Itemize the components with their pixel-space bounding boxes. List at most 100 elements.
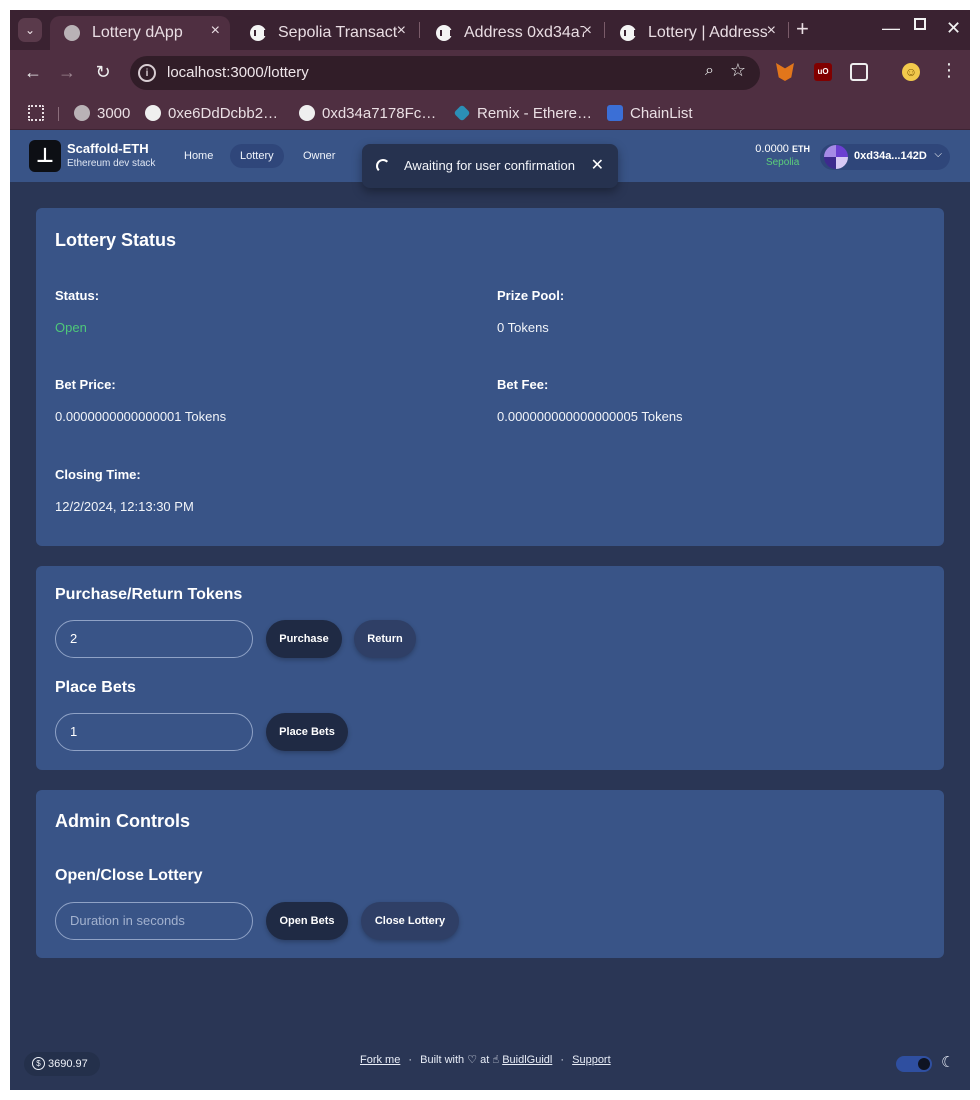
window-close-icon[interactable]: ✕ (946, 18, 961, 39)
tab-sepolia-transaction[interactable]: Sepolia Transacti × (236, 16, 416, 50)
tab-separator (419, 22, 420, 38)
dollar-icon: $ (32, 1057, 45, 1070)
maximize-icon[interactable] (914, 18, 926, 30)
bookmark-chainlist[interactable]: ChainList (607, 103, 693, 123)
globe-icon (64, 25, 80, 41)
site-info-icon[interactable]: i (138, 64, 156, 82)
bet-fee-value: 0.000000000000000005 Tokens (497, 409, 683, 424)
close-icon[interactable]: × (211, 22, 220, 40)
footer-links: Fork me · Built with ♡ at ☝ BuidlGuidl ·… (360, 1053, 611, 1066)
closing-time-value: 12/2/2024, 12:13:30 PM (55, 499, 194, 514)
tab-bar: ⌄ Lottery dApp × Sepolia Transacti × Add… (10, 10, 970, 50)
duration-input[interactable]: Duration in seconds (55, 902, 253, 940)
close-icon[interactable]: ✕ (591, 155, 604, 175)
place-bets-button[interactable]: Place Bets (266, 713, 348, 751)
bets-amount-input[interactable]: 1 (55, 713, 253, 751)
status-value: Open (55, 320, 87, 335)
reload-icon[interactable]: ↻ (92, 62, 114, 83)
tab-label: Lottery | Address (648, 24, 768, 41)
account-address: 0xd34a...142D (854, 150, 927, 162)
open-bets-button[interactable]: Open Bets (266, 902, 348, 940)
bookmark-0xe6dd[interactable]: 0xe6DdDcbb2… (145, 103, 278, 123)
buidlguidl-link[interactable]: BuidlGuidl (502, 1054, 552, 1066)
etherscan-icon (250, 25, 266, 41)
toggle-knob (918, 1058, 930, 1070)
bookmarks-bar: 3000 0xe6DdDcbb2… 0xd34a7178Fc… Remix - … (10, 96, 970, 130)
tab-address[interactable]: Address 0xd34a7 × (422, 16, 602, 50)
bookmark-star-icon[interactable]: ☆ (730, 60, 746, 81)
tab-separator (788, 22, 789, 38)
url-text[interactable]: localhost:3000/lottery (167, 64, 309, 81)
bookmark-remix[interactable]: Remix - Ethere… (453, 103, 593, 123)
token-amount-input[interactable]: 2 (55, 620, 253, 658)
lottery-status-card: Lottery Status Status: Open Prize Pool: … (36, 208, 944, 546)
purchase-return-card: Purchase/Return Tokens 2 Purchase Return… (36, 566, 944, 770)
back-icon[interactable]: ← (22, 62, 44, 83)
address-bar[interactable]: i localhost:3000/lottery ⌕ ☆ (130, 56, 760, 90)
scaffold-logo-icon[interactable]: ⊥ (29, 140, 61, 172)
tab-separator (604, 22, 605, 38)
nav-owner[interactable]: Owner (293, 144, 345, 168)
toast-message: Awaiting for user confirmation (404, 158, 576, 173)
status-label: Status: (55, 288, 100, 303)
apps-icon[interactable] (28, 103, 51, 123)
bookmark-label: ChainList (630, 104, 693, 122)
nav-home[interactable]: Home (174, 144, 223, 168)
navigation-bar: ← → ↻ i localhost:3000/lottery ⌕ ☆ uO ☺ … (10, 50, 970, 96)
forward-icon[interactable]: → (56, 62, 78, 83)
etherscan-icon (299, 105, 315, 121)
toast-notification: Awaiting for user confirmation ✕ (362, 144, 618, 188)
close-icon[interactable]: × (397, 22, 406, 40)
return-button[interactable]: Return (354, 620, 416, 658)
wallet-balance: 0.0000 ETH Sepolia (755, 143, 810, 168)
metamask-icon[interactable] (776, 63, 794, 81)
new-tab-button[interactable]: + (796, 18, 809, 40)
loading-spinner-icon (376, 159, 390, 173)
bookmark-0xd34a[interactable]: 0xd34a7178Fc… (299, 103, 436, 123)
theme-toggle[interactable] (896, 1056, 932, 1072)
close-icon[interactable]: × (767, 22, 776, 40)
bet-price-label: Bet Price: (55, 377, 116, 392)
buidlguidl-icon: ☝ (492, 1054, 500, 1066)
close-lottery-button[interactable]: Close Lottery (361, 902, 459, 940)
bet-fee-label: Bet Fee: (497, 377, 549, 392)
tab-label: Address 0xd34a7 (464, 24, 584, 41)
etherscan-icon (145, 105, 161, 121)
bookmark-separator (58, 107, 59, 121)
support-link[interactable]: Support (572, 1054, 611, 1066)
blockie-avatar (824, 145, 848, 169)
extensions-icon[interactable] (850, 63, 868, 81)
more-menu-icon[interactable]: ⋮ (940, 60, 958, 81)
footer-dot: · (408, 1054, 413, 1066)
close-icon[interactable]: × (583, 22, 592, 40)
eth-price-badge[interactable]: $ 3690.97 (24, 1052, 100, 1076)
moon-icon: ☾ (941, 1054, 955, 1071)
bookmark-3000[interactable]: 3000 (74, 103, 130, 123)
ublock-icon[interactable]: uO (814, 63, 832, 81)
built-with-text: Built with (420, 1054, 465, 1066)
card-title: Purchase/Return Tokens (55, 586, 243, 603)
bookmark-label: Remix - Ethere… (477, 104, 593, 122)
purchase-button[interactable]: Purchase (266, 620, 342, 658)
prize-pool-label: Prize Pool: (497, 288, 565, 303)
zoom-icon[interactable]: ⌕ (705, 62, 714, 80)
balance-unit: ETH (792, 144, 810, 154)
nav-lottery[interactable]: Lottery (230, 144, 284, 168)
tab-lottery-address[interactable]: Lottery | Address × (606, 16, 786, 50)
bookmark-label: 0xd34a7178Fc… (322, 104, 437, 122)
card-title: Admin Controls (55, 811, 190, 831)
tab-label: Sepolia Transacti (278, 24, 398, 41)
fork-me-link[interactable]: Fork me (360, 1054, 400, 1066)
brand-title[interactable]: Scaffold-ETH (67, 141, 149, 156)
place-bets-title: Place Bets (55, 679, 136, 696)
prize-pool-value: 0 Tokens (497, 320, 549, 335)
etherscan-icon (436, 25, 452, 41)
minimize-icon[interactable]: — (882, 18, 900, 39)
tab-search-button[interactable]: ⌄ (18, 18, 42, 42)
tab-lottery-dapp[interactable]: Lottery dApp × (50, 16, 230, 50)
profile-avatar-icon[interactable]: ☺ (902, 63, 920, 81)
etherscan-icon (620, 25, 636, 41)
account-button[interactable]: 0xd34a...142D ⌵ (820, 144, 950, 170)
bookmark-label: 0xe6DdDcbb2… (168, 104, 279, 122)
footer-dot: · (560, 1054, 565, 1066)
